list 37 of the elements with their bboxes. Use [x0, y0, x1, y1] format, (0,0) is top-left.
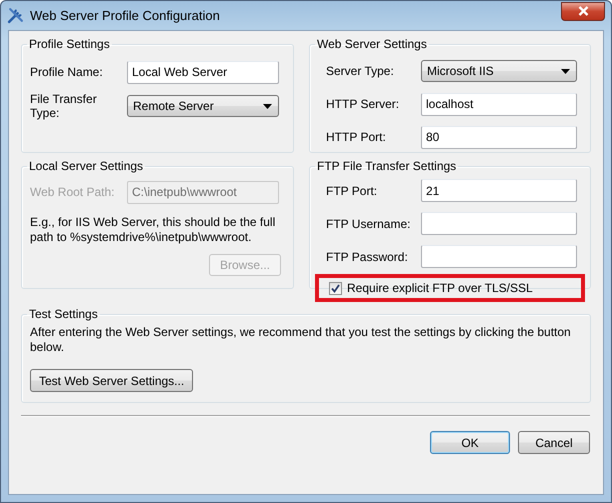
group-title: Test Settings [28, 307, 99, 321]
input-field[interactable] [421, 212, 577, 235]
hint-text: E.g., for IIS Web Server, this should be the full path to %systemdrive%\inetpub\wwwroot. [30, 215, 276, 245]
field-label: HTTP Server: [326, 97, 400, 111]
field-label: Profile Name: [30, 65, 104, 79]
field-label: Web Root Path: [30, 185, 116, 199]
field-label: Server Type: [326, 64, 395, 78]
dropdown-value: Microsoft IIS [427, 64, 494, 78]
test-settings-button[interactable]: Test Web Server Settings... [30, 369, 194, 392]
caret-icon [561, 68, 570, 74]
group-title: Local Server Settings [28, 159, 144, 173]
input-field[interactable] [421, 245, 577, 268]
input-field[interactable]: localhost [421, 92, 577, 116]
group-title: FTP File Transfer Settings [316, 159, 458, 173]
input-field[interactable]: 80 [421, 126, 577, 148]
dropdown[interactable]: Microsoft IIS [421, 60, 577, 82]
field-label: HTTP Port: [326, 130, 387, 144]
instruction-text: After entering the Web Server settings, we recommend that you test the settings by clicking the button below. [30, 325, 572, 355]
group-title: Web Server Settings [316, 37, 428, 51]
field-label: FTP Username: [326, 216, 412, 230]
close-button[interactable] [561, 2, 605, 20]
close-icon [578, 6, 588, 16]
window-title: Web Server Profile Configuration [30, 8, 221, 23]
ok-button[interactable]: OK [430, 431, 510, 454]
input-field[interactable]: Local Web Server [127, 60, 279, 84]
field-label: FTP Password: [326, 250, 409, 264]
dropdown-value: Remote Server [133, 99, 214, 113]
cancel-button[interactable]: Cancel [518, 431, 590, 454]
checkbox-label: Require explicit FTP over TLS/SSL [347, 281, 533, 295]
group-title: Profile Settings [28, 37, 111, 51]
input-field[interactable]: 21 [421, 179, 577, 202]
checkbox[interactable] [329, 282, 342, 294]
field-label: FTP Port: [326, 184, 378, 198]
tools-icon [7, 7, 24, 24]
caret-icon [263, 104, 272, 108]
dropdown[interactable]: Remote Server [127, 95, 279, 117]
field-label: File Transfer Type: [30, 92, 98, 120]
